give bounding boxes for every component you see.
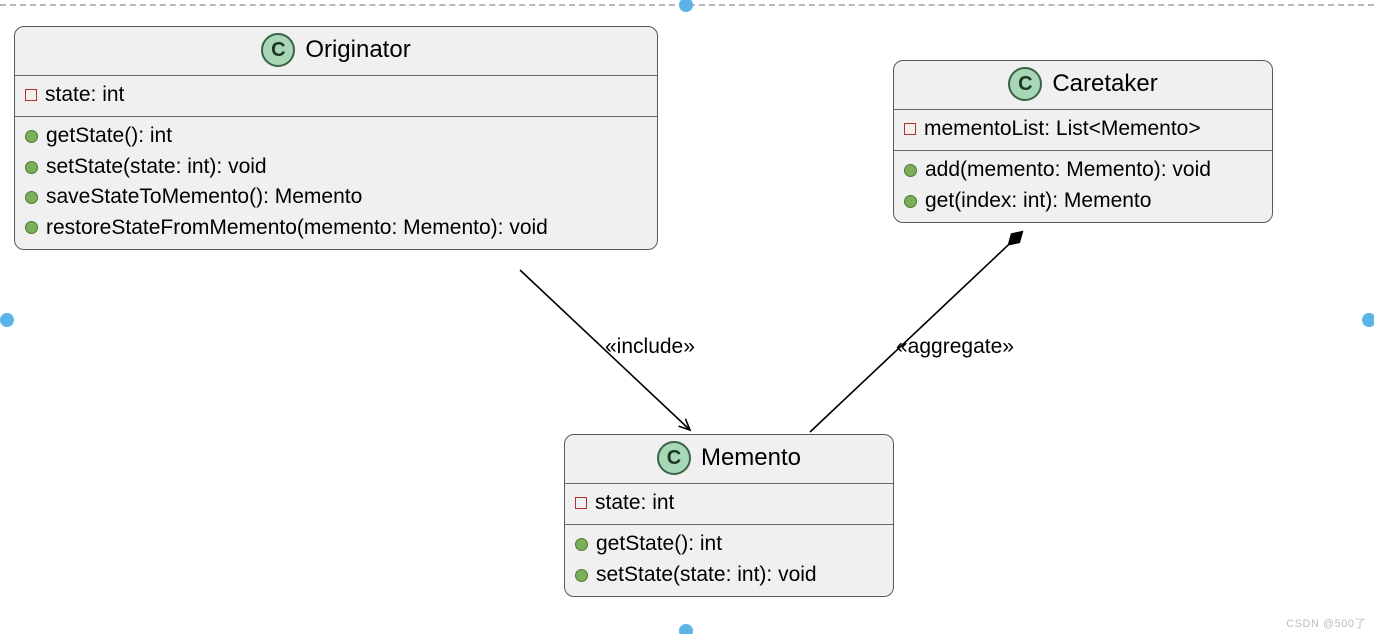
visibility-private-icon: [25, 89, 37, 101]
class-memento-attributes: state: int: [565, 484, 893, 524]
operation-row: add(memento: Memento): void: [904, 155, 1262, 185]
operation-text: restoreStateFromMemento(memento: Memento…: [46, 213, 548, 243]
class-kind-icon: C: [261, 33, 295, 67]
operation-text: getState(): int: [46, 121, 172, 151]
attribute-text: state: int: [45, 80, 124, 110]
operation-text: saveStateToMemento(): Memento: [46, 182, 362, 212]
operation-row: restoreStateFromMemento(memento: Memento…: [25, 213, 647, 243]
visibility-private-icon: [904, 123, 916, 135]
attribute-text: state: int: [595, 488, 674, 518]
class-name-label: Memento: [701, 444, 801, 472]
visibility-public-icon: [25, 191, 38, 204]
handle-bottom-center[interactable]: [679, 624, 693, 634]
attribute-row: state: int: [575, 488, 883, 518]
class-kind-icon: C: [657, 441, 691, 475]
operation-text: add(memento: Memento): void: [925, 155, 1211, 185]
operation-text: setState(state: int): void: [46, 152, 267, 182]
operation-row: getState(): int: [575, 529, 883, 559]
visibility-public-icon: [575, 569, 588, 582]
class-caretaker-operations: add(memento: Memento): void get(index: i…: [894, 150, 1272, 222]
class-name-label: Caretaker: [1052, 70, 1157, 98]
class-originator[interactable]: C Originator state: int getState(): int …: [14, 26, 658, 250]
visibility-public-icon: [575, 538, 588, 551]
edge-aggregate: [810, 232, 1022, 432]
visibility-public-icon: [904, 195, 917, 208]
operation-text: setState(state: int): void: [596, 560, 817, 590]
operation-row: getState(): int: [25, 121, 647, 151]
class-caretaker-attributes: mementoList: List<Memento>: [894, 110, 1272, 150]
class-memento-operations: getState(): int setState(state: int): vo…: [565, 524, 893, 596]
attribute-text: mementoList: List<Memento>: [924, 114, 1201, 144]
class-kind-icon: C: [1008, 67, 1042, 101]
operation-row: get(index: int): Memento: [904, 186, 1262, 216]
class-caretaker-title: C Caretaker: [894, 61, 1272, 110]
handle-right-middle[interactable]: [1362, 313, 1374, 327]
attribute-row: state: int: [25, 80, 647, 110]
handle-top-center[interactable]: [679, 0, 693, 12]
class-name-label: Originator: [305, 36, 410, 64]
operation-text: getState(): int: [596, 529, 722, 559]
operation-row: saveStateToMemento(): Memento: [25, 182, 647, 212]
class-originator-operations: getState(): int setState(state: int): vo…: [15, 116, 657, 249]
class-originator-attributes: state: int: [15, 76, 657, 116]
operation-text: get(index: int): Memento: [925, 186, 1151, 216]
class-memento-title: C Memento: [565, 435, 893, 484]
relation-aggregate-label: «aggregate»: [896, 335, 1014, 359]
operation-row: setState(state: int): void: [25, 152, 647, 182]
watermark: CSDN @500了: [1286, 615, 1366, 631]
class-caretaker[interactable]: C Caretaker mementoList: List<Memento> a…: [893, 60, 1273, 223]
relation-include-label: «include»: [605, 335, 695, 359]
class-originator-title: C Originator: [15, 27, 657, 76]
visibility-public-icon: [25, 130, 38, 143]
class-memento[interactable]: C Memento state: int getState(): int set…: [564, 434, 894, 597]
attribute-row: mementoList: List<Memento>: [904, 114, 1262, 144]
visibility-public-icon: [904, 164, 917, 177]
operation-row: setState(state: int): void: [575, 560, 883, 590]
visibility-public-icon: [25, 161, 38, 174]
visibility-public-icon: [25, 221, 38, 234]
handle-left-middle[interactable]: [0, 313, 14, 327]
visibility-private-icon: [575, 497, 587, 509]
